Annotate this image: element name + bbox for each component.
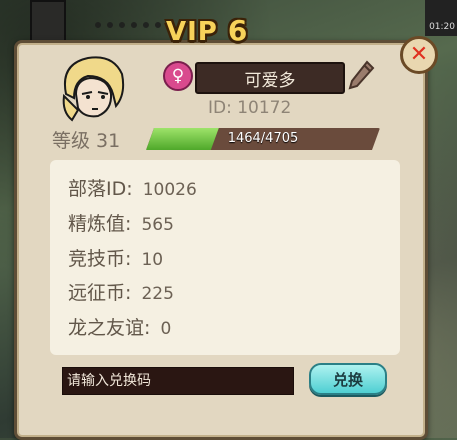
stat-value: 10 — [141, 250, 164, 270]
stat-arena-coin: 竞技币: 10 — [68, 244, 163, 271]
stat-value: 10026 — [142, 180, 197, 200]
stats-box: 部落ID: 10026 精炼值: 565 竞技币: 10 远征币: 225 龙之… — [50, 160, 400, 355]
stat-tribe-id: 部落ID: 10026 — [68, 174, 197, 201]
background-time: 01:20 — [429, 22, 455, 32]
close-button[interactable]: ✕ — [400, 36, 438, 74]
stat-dragon-friendship: 龙之友谊: 0 — [68, 313, 171, 340]
redeem-button[interactable]: 兑换 — [309, 363, 387, 395]
stat-value: 225 — [141, 284, 174, 304]
exp-bar: 1464/4705 — [146, 128, 380, 150]
player-level: 等级 31 — [52, 130, 121, 152]
stat-label: 部落ID: — [68, 178, 133, 200]
stat-refine: 精炼值: 565 — [68, 209, 174, 236]
player-name: 可爱多 — [195, 62, 345, 94]
vip-badge: VIP 6 — [166, 14, 248, 47]
pencil-icon[interactable] — [347, 60, 375, 90]
stat-expedition-coin: 远征币: 225 — [68, 278, 174, 305]
stat-label: 精炼值: — [68, 213, 132, 235]
stat-label: 龙之友谊: — [68, 317, 151, 339]
vip-label: VIP — [166, 17, 218, 47]
exp-bar-text: 1464/4705 — [227, 131, 299, 146]
stat-value: 0 — [160, 319, 172, 339]
stat-value: 565 — [141, 215, 174, 235]
avatar — [62, 56, 125, 122]
close-icon: ✕ — [409, 42, 429, 67]
stat-label: 竞技币: — [68, 248, 132, 270]
player-id: ID: 10172 — [208, 98, 292, 118]
stat-label: 远征币: — [68, 282, 132, 304]
vip-level: 6 — [227, 14, 249, 47]
female-icon: ♀ — [163, 61, 193, 91]
redeem-code-input[interactable] — [62, 367, 294, 395]
